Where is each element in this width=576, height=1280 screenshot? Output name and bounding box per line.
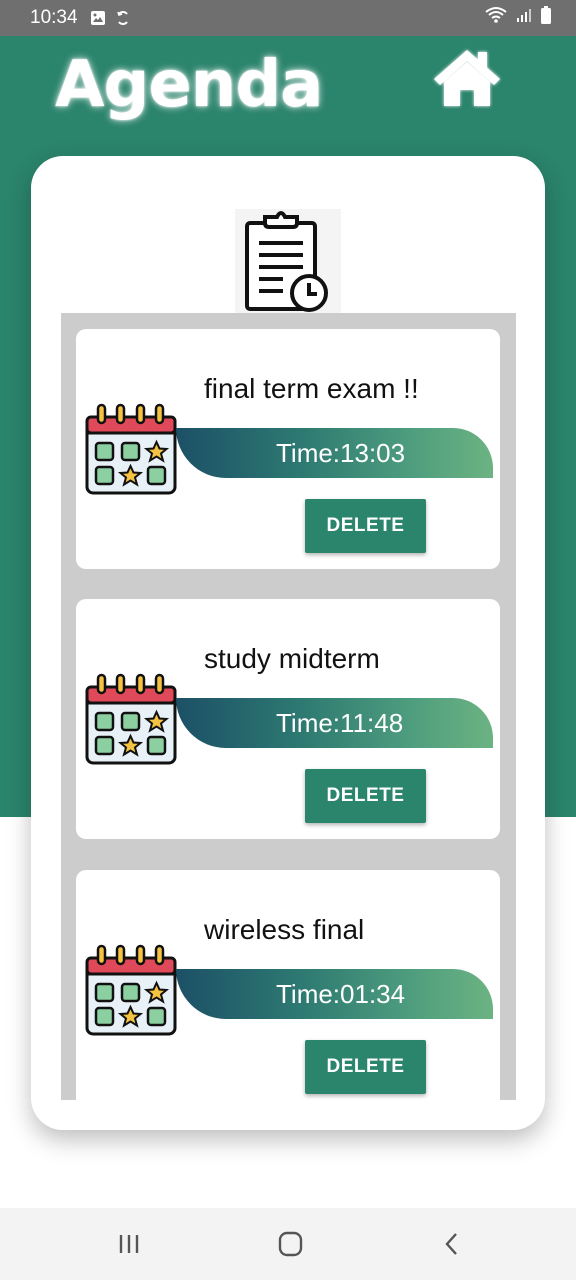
wifi-icon — [484, 6, 508, 30]
agenda-item: final term exam !! Time:13:03 DELETE — [76, 329, 500, 569]
calendar-icon — [84, 671, 178, 767]
delete-button[interactable]: DELETE — [305, 769, 426, 823]
page-title: Agenda — [55, 48, 323, 122]
agenda-item-title: final term exam !! — [204, 373, 419, 404]
navigation-bar — [0, 1208, 576, 1280]
delete-button[interactable]: DELETE — [305, 1040, 426, 1094]
sync-icon — [116, 10, 130, 26]
agenda-item-time: Time:11:48 — [276, 708, 404, 738]
time-banner: Time:01:34 — [176, 969, 493, 1019]
calendar-icon — [84, 401, 178, 497]
recent-apps-button[interactable] — [111, 1226, 147, 1262]
agenda-item: study midterm Time:11:48 DELETE — [76, 599, 500, 839]
delete-button[interactable]: DELETE — [305, 499, 426, 553]
agenda-item-title: study midterm — [204, 643, 380, 674]
status-bar: 10:34 — [0, 0, 576, 36]
home-icon — [434, 50, 500, 106]
clipboard-clock-icon — [235, 209, 341, 313]
back-button[interactable] — [434, 1226, 470, 1262]
home-nav-button[interactable] — [272, 1226, 308, 1262]
image-icon — [90, 10, 106, 26]
signal-icon — [516, 7, 532, 29]
battery-icon — [540, 6, 552, 30]
recent-apps-icon — [119, 1235, 139, 1253]
agenda-item-time: Time:13:03 — [276, 438, 406, 468]
time-banner: Time:11:48 — [176, 698, 493, 748]
agenda-item-title: wireless final — [204, 914, 365, 945]
calendar-icon — [84, 942, 178, 1038]
home-button[interactable] — [432, 46, 502, 110]
back-icon — [445, 1233, 457, 1255]
status-time: 10:34 — [30, 7, 78, 28]
agenda-list[interactable]: final term exam !! Time:13:03 DELETE stu… — [61, 313, 516, 1100]
agenda-item-time: Time:01:34 — [276, 979, 406, 1009]
agenda-item: wireless final Time:01:34 DELETE — [76, 870, 500, 1100]
home-nav-icon — [278, 1231, 303, 1257]
time-banner: Time:13:03 — [176, 428, 493, 478]
